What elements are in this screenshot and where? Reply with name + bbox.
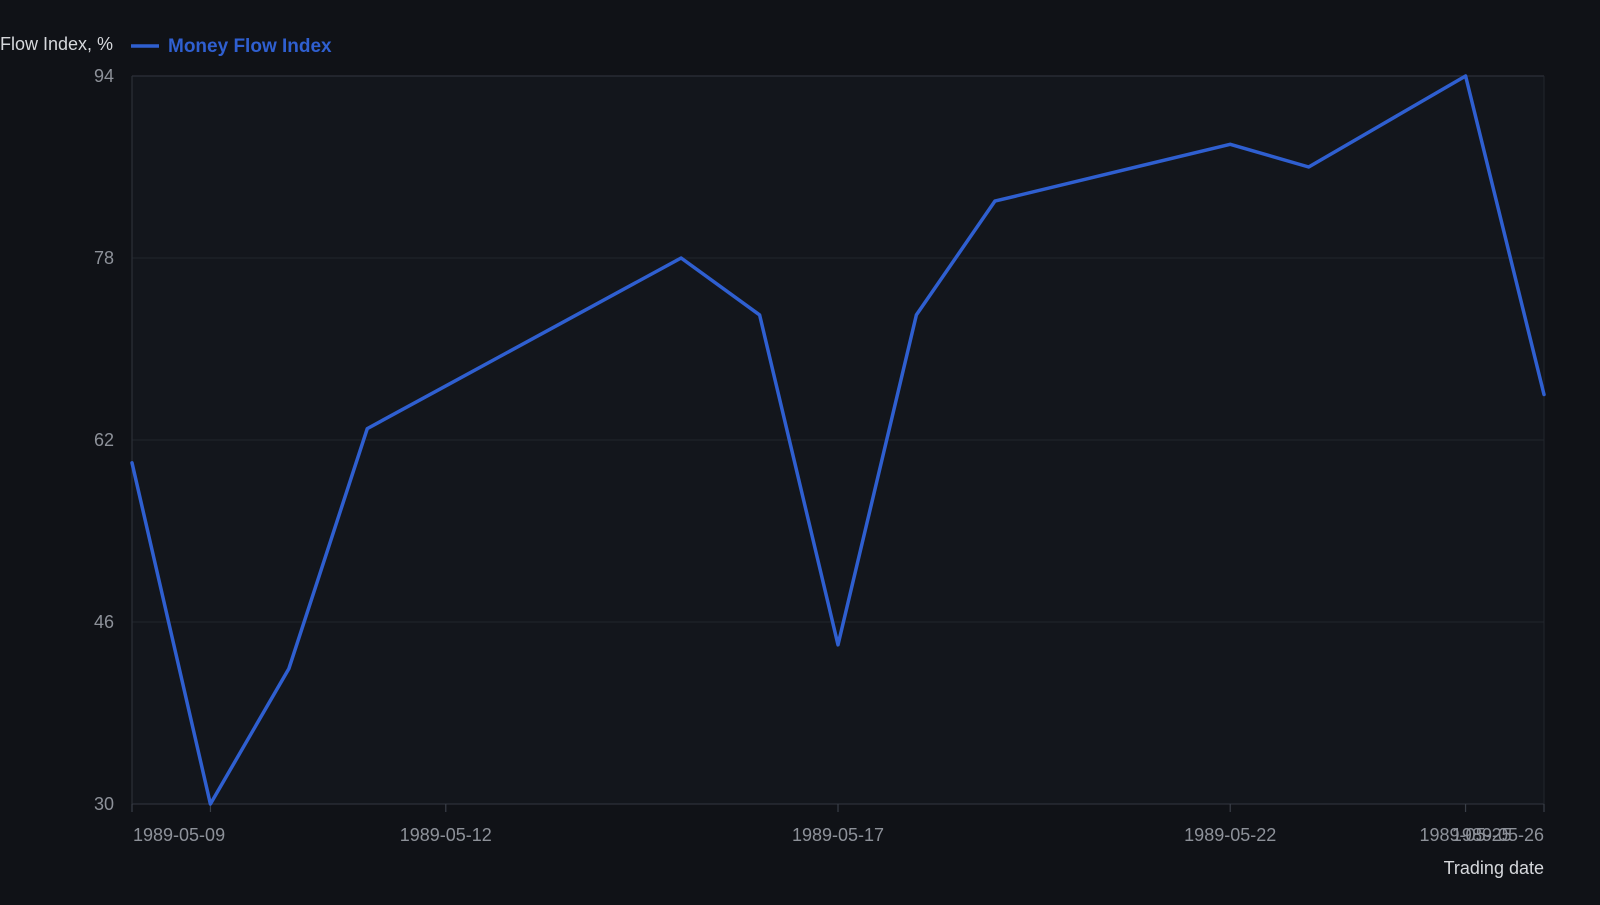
x-tick-label: 1989-05-12 bbox=[400, 825, 492, 845]
y-tick-label: 62 bbox=[94, 430, 114, 450]
y-tick-label: 94 bbox=[94, 66, 114, 86]
x-tick-label: 1989-05-09 bbox=[133, 825, 225, 845]
x-tick-label: 1989-05-22 bbox=[1184, 825, 1276, 845]
x-axis-label: Trading date bbox=[1444, 858, 1544, 878]
y-tick-label: 30 bbox=[94, 794, 114, 814]
y-tick-label: 78 bbox=[94, 248, 114, 268]
chart: 30 46 62 78 94 1989-05-09 1989-05-12 1989-05-1… bbox=[0, 0, 1600, 900]
y-axis-label: Money Flow Index, % bbox=[0, 34, 113, 54]
y-tick-label: 46 bbox=[94, 612, 114, 632]
x-tick-label: 1989-05-17 bbox=[792, 825, 884, 845]
x-tick-label: 1989-05-26 bbox=[1452, 825, 1544, 845]
legend-label: Money Flow Index bbox=[168, 36, 332, 57]
chart-svg: 30 46 62 78 94 1989-05-09 1989-05-12 1989-05-1… bbox=[0, 0, 1600, 900]
